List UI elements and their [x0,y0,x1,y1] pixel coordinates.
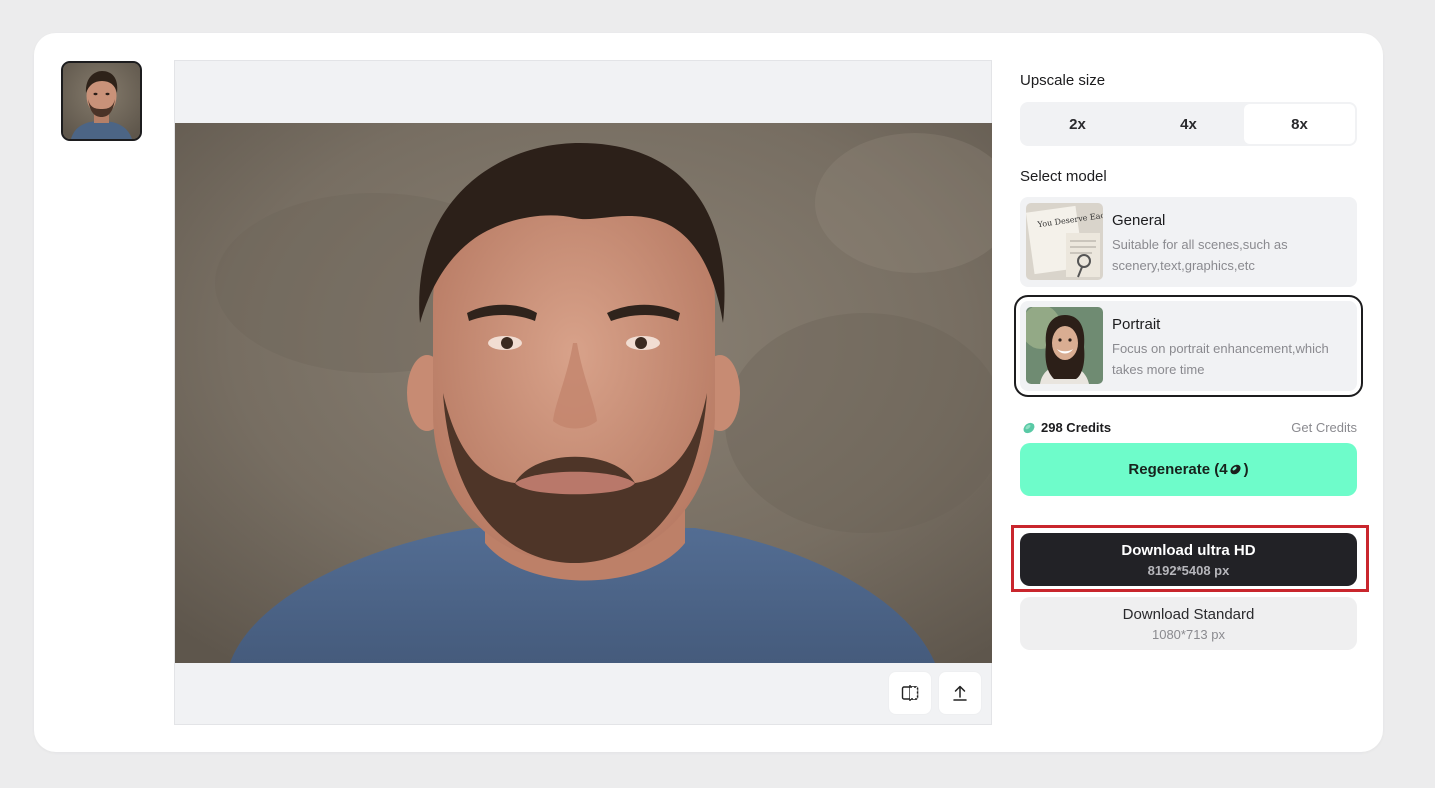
regenerate-suffix: ) [1243,461,1249,478]
model-desc-general: Suitable for all scenes,such as scenery,… [1112,237,1288,273]
upscale-option-8x[interactable]: 8x [1244,104,1355,144]
credits-row: 298 Credits Get Credits [1020,418,1357,438]
source-thumbnail[interactable] [61,61,142,141]
download-hd-title: Download ultra HD [1121,541,1256,559]
upload-icon [953,685,967,701]
download-ultra-hd-button[interactable]: Download ultra HD 8192*5408 px [1020,533,1357,586]
credit-coin-icon [1023,422,1035,434]
split-compare-icon [901,685,919,701]
get-credits-link[interactable]: Get Credits [1291,420,1357,435]
export-button[interactable] [939,672,981,714]
upscale-size-selector: 2x 4x 8x [1020,102,1357,146]
model-option-portrait[interactable]: Portrait Focus on portrait enhancement,w… [1014,295,1363,397]
portrait-model-thumbnail [1026,307,1103,384]
download-hd-size: 8192*5408 px [1147,562,1230,578]
download-standard-button[interactable]: Download Standard 1080*713 px [1020,597,1357,650]
upscale-size-label: Upscale size [1020,72,1106,89]
model-name-general: General [1112,212,1166,229]
compare-button[interactable] [889,672,931,714]
download-standard-size: 1080*713 px [1151,626,1225,642]
model-name-portrait: Portrait [1112,316,1161,333]
regenerate-button[interactable]: Regenerate (4 ) [1020,443,1357,496]
credits-amount: 298 Credits [1041,420,1112,435]
portrait-photo [175,123,992,663]
thumbnail-portrait-image [63,63,140,139]
upscale-option-2x[interactable]: 2x [1022,104,1133,144]
credit-coin-icon [1230,464,1241,475]
regenerate-label: Regenerate (4 [1128,461,1228,478]
general-model-thumbnail: You Deserve Each Other [1026,203,1103,280]
model-desc-portrait: Focus on portrait enhancement,which take… [1112,341,1329,377]
upscale-option-4x[interactable]: 4x [1133,104,1244,144]
model-option-general[interactable]: You Deserve Each Other General Suitable … [1020,197,1357,287]
upscaled-preview-image [175,123,992,663]
select-model-label: Select model [1020,168,1107,185]
download-standard-title: Download Standard [1122,605,1255,623]
